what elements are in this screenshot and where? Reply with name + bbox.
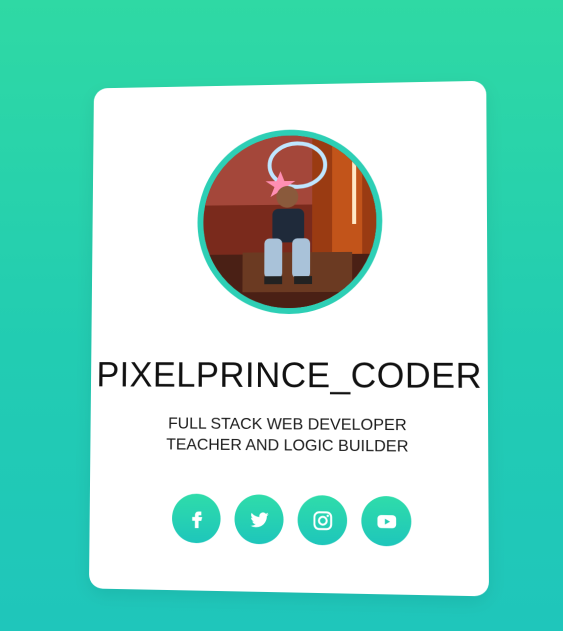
facebook-icon: [191, 511, 202, 528]
youtube-button[interactable]: [361, 495, 412, 547]
instagram-icon: [311, 509, 333, 532]
profile-tagline: FULL STACK WEB DEVELOPER TEACHER AND LOG…: [90, 413, 488, 458]
twitter-button[interactable]: [234, 494, 284, 545]
avatar-photo: [202, 134, 377, 309]
profile-name: PIXELPRINCE_CODER: [96, 355, 483, 396]
twitter-icon: [249, 511, 269, 527]
avatar-ring: [196, 128, 383, 315]
tagline-line-2: TEACHER AND LOGIC BUILDER: [166, 436, 409, 456]
profile-card: PIXELPRINCE_CODER FULL STACK WEB DEVELOP…: [88, 80, 490, 597]
instagram-button[interactable]: [297, 495, 348, 546]
social-links: [171, 493, 412, 547]
facebook-button[interactable]: [171, 493, 221, 544]
youtube-icon: [376, 514, 396, 528]
avatar: [202, 134, 377, 309]
